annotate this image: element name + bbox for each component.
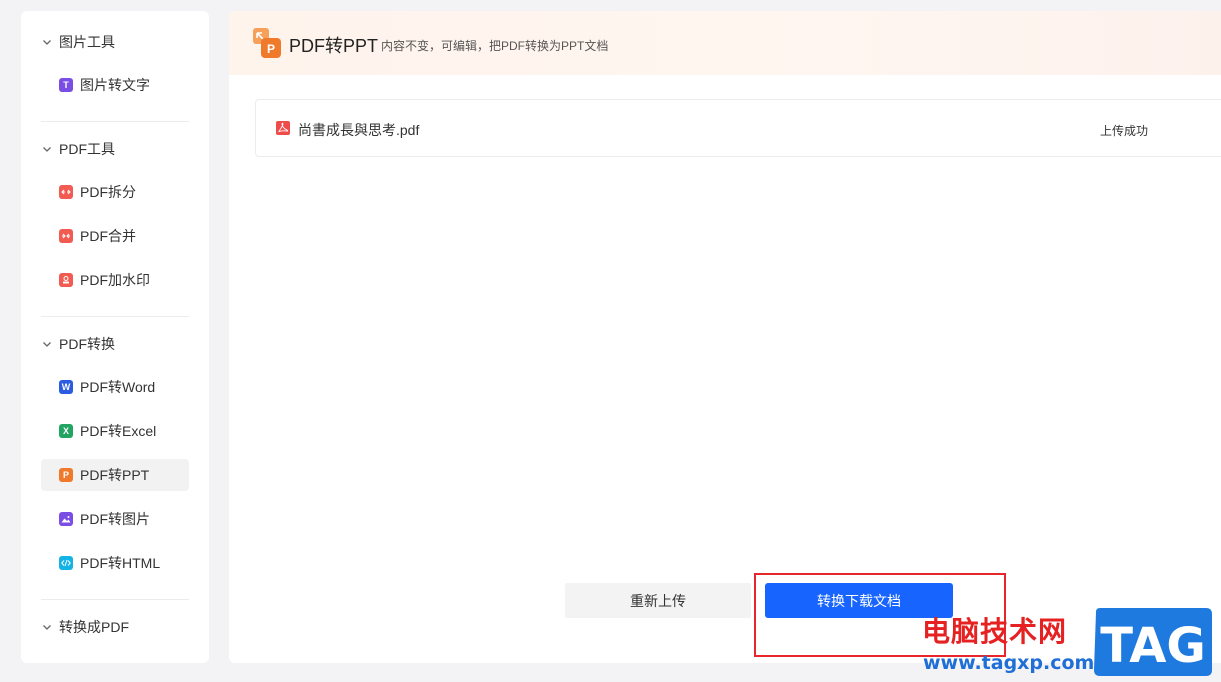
divider bbox=[41, 599, 189, 600]
sidebar-item-label: PDF拆分 bbox=[80, 184, 136, 200]
excel-icon: X bbox=[59, 424, 73, 438]
sidebar-item-pdf-merge[interactable]: PDF合并 bbox=[41, 220, 189, 252]
word-icon: W bbox=[59, 380, 73, 394]
group-pdf-tools[interactable]: PDF工具 bbox=[41, 137, 115, 161]
page-title: PDF转PPT bbox=[289, 36, 379, 56]
ppt-icon: P bbox=[59, 468, 73, 482]
split-icon bbox=[59, 185, 73, 199]
stamp-icon bbox=[59, 273, 73, 287]
sidebar-item-pdf-split[interactable]: PDF拆分 bbox=[41, 176, 189, 208]
image-icon bbox=[59, 512, 73, 526]
tool-header: P PDF转PPT 内容不变，可编辑，把PDF转换为PPT文档 bbox=[229, 11, 1221, 75]
logo-letter: P bbox=[267, 42, 275, 56]
sidebar-item-label: 图片转文字 bbox=[80, 77, 150, 93]
pdf-to-ppt-logo-icon: P bbox=[253, 28, 281, 58]
sidebar-item-pdf-to-ppt[interactable]: P PDF转PPT bbox=[41, 459, 189, 491]
group-label: PDF工具 bbox=[59, 141, 115, 157]
main-panel: P PDF转PPT 内容不变，可编辑，把PDF转换为PPT文档 尚書成長與思考.… bbox=[229, 11, 1221, 663]
group-label: PDF转换 bbox=[59, 336, 115, 352]
sidebar-item-label: PDF转Word bbox=[80, 379, 156, 395]
chevron-down-icon bbox=[41, 36, 53, 48]
group-image-tools[interactable]: 图片工具 bbox=[41, 30, 115, 54]
sidebar-item-label: PDF转HTML bbox=[80, 555, 161, 571]
sidebar-item-label: PDF合并 bbox=[80, 228, 136, 244]
sidebar-item-pdf-to-excel[interactable]: X PDF转Excel bbox=[41, 415, 189, 447]
upload-status: 上传成功 bbox=[1100, 124, 1149, 138]
watermark-url: www.tagxp.com bbox=[923, 652, 1095, 674]
group-label: 转换成PDF bbox=[59, 619, 129, 635]
sidebar-item-pdf-watermark[interactable]: PDF加水印 bbox=[41, 264, 189, 296]
chevron-down-icon bbox=[41, 338, 53, 350]
sidebar-item-image-to-text[interactable]: T 图片转文字 bbox=[41, 69, 189, 101]
sidebar: 图片工具 T 图片转文字 PDF工具 PDF拆分 PDF合并 PDF加水印 PD… bbox=[21, 11, 209, 663]
sidebar-item-pdf-to-word[interactable]: W PDF转Word bbox=[41, 371, 189, 403]
chevron-down-icon bbox=[41, 621, 53, 633]
divider bbox=[41, 316, 189, 317]
file-name: 尚書成長與思考.pdf bbox=[298, 122, 420, 138]
sidebar-item-label: PDF转PPT bbox=[80, 467, 150, 483]
code-icon bbox=[59, 556, 73, 570]
file-list-item: 尚書成長與思考.pdf 上传成功 bbox=[255, 99, 1221, 157]
chevron-down-icon bbox=[41, 143, 53, 155]
reupload-button[interactable]: 重新上传 bbox=[565, 583, 751, 618]
pdf-file-icon bbox=[276, 121, 290, 135]
sidebar-item-label: PDF转Excel bbox=[80, 423, 157, 439]
watermark-tag: TAG bbox=[1100, 618, 1206, 674]
sidebar-item-label: PDF加水印 bbox=[80, 272, 150, 288]
group-label: 图片工具 bbox=[59, 34, 115, 50]
divider bbox=[41, 121, 189, 122]
sidebar-item-pdf-to-image[interactable]: PDF转图片 bbox=[41, 503, 189, 535]
sidebar-item-label: PDF转图片 bbox=[80, 511, 150, 527]
watermark-text: 电脑技术网 bbox=[922, 615, 1068, 648]
group-pdf-convert[interactable]: PDF转换 bbox=[41, 332, 115, 356]
text-recognition-icon: T bbox=[59, 78, 73, 92]
watermark-tag-logo: TAG bbox=[1094, 608, 1212, 676]
merge-icon bbox=[59, 229, 73, 243]
page-subtitle: 内容不变，可编辑，把PDF转换为PPT文档 bbox=[381, 39, 609, 53]
group-convert-to-pdf[interactable]: 转换成PDF bbox=[41, 615, 129, 639]
sidebar-item-pdf-to-html[interactable]: PDF转HTML bbox=[41, 547, 189, 579]
